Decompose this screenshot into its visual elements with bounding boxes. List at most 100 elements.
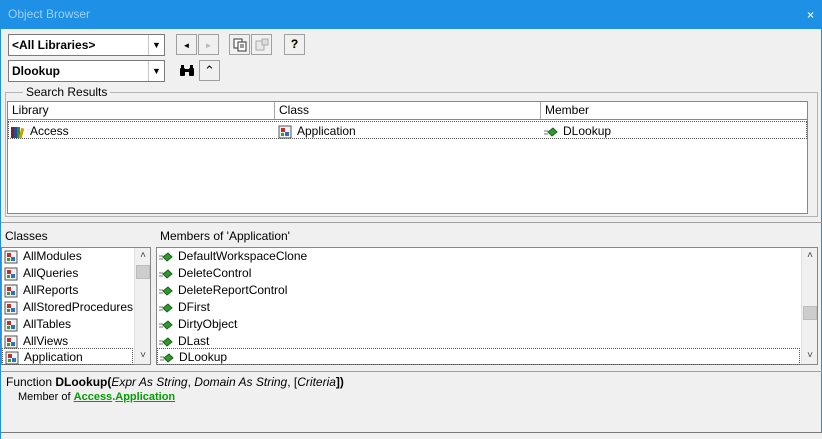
close-button[interactable]: × bbox=[807, 8, 814, 22]
member-name: DeleteControl bbox=[178, 266, 252, 280]
list-item-selected[interactable]: DLookup bbox=[157, 348, 800, 365]
class-name: AllQueries bbox=[23, 266, 79, 280]
library-combo[interactable]: <All Libraries> ▼ bbox=[8, 34, 165, 56]
list-item[interactable]: AllStoredProcedures bbox=[2, 299, 133, 316]
search-results-list[interactable]: Library Class Member Access Application … bbox=[7, 101, 808, 214]
method-green-icon bbox=[544, 127, 558, 137]
scroll-down-icon[interactable]: ˅ bbox=[802, 348, 818, 364]
class-module-icon bbox=[4, 335, 18, 349]
signature-arg: Domain As String bbox=[194, 375, 288, 389]
class-name: AllStoredProcedures bbox=[23, 300, 134, 314]
member-name: DLookup bbox=[179, 350, 228, 364]
list-item[interactable]: DeleteControl bbox=[157, 265, 251, 282]
class-module-icon bbox=[278, 125, 292, 139]
method-green-icon bbox=[159, 320, 173, 330]
signature-prefix: Function bbox=[6, 375, 56, 389]
view-definition-icon bbox=[255, 38, 268, 51]
search-button[interactable] bbox=[176, 60, 197, 81]
signature-arg: Expr As String bbox=[111, 375, 188, 389]
column-header-library[interactable]: Library bbox=[8, 102, 275, 119]
scroll-thumb[interactable] bbox=[803, 306, 817, 320]
forward-button[interactable]: ► bbox=[198, 34, 219, 55]
column-header-class[interactable]: Class bbox=[275, 102, 541, 119]
scroll-thumb[interactable] bbox=[136, 265, 150, 279]
search-result-row[interactable]: Access Application DLookup bbox=[8, 121, 807, 139]
scroll-down-icon[interactable]: ˅ bbox=[135, 348, 151, 364]
list-item[interactable]: DFirst bbox=[157, 299, 210, 316]
signature-name: DLookup bbox=[55, 375, 108, 389]
search-results-label: Search Results bbox=[23, 85, 111, 99]
chevron-down-icon[interactable]: ▼ bbox=[148, 61, 164, 81]
member-name: DirtyObject bbox=[178, 317, 238, 331]
list-item[interactable]: AllModules bbox=[2, 248, 82, 265]
collapse-results-button[interactable]: ⌃ bbox=[199, 60, 220, 81]
chevron-down-icon[interactable]: ▼ bbox=[148, 35, 164, 55]
signature-arg: Criteria bbox=[297, 375, 336, 389]
result-member-text: DLookup bbox=[563, 124, 612, 138]
members-label: Members of 'Application' bbox=[160, 229, 290, 243]
result-library-cell: Access bbox=[11, 123, 69, 139]
binoculars-icon bbox=[179, 65, 194, 76]
class-name: AllViews bbox=[23, 334, 69, 348]
member-name: DeleteReportControl bbox=[178, 283, 288, 297]
help-button[interactable]: ? bbox=[284, 34, 305, 55]
class-name: AllTables bbox=[23, 317, 72, 331]
class-link[interactable]: Application bbox=[115, 391, 175, 403]
member-name: DLast bbox=[178, 334, 210, 348]
member-name: DefaultWorkspaceClone bbox=[178, 249, 308, 263]
search-combo-value: Dlookup bbox=[12, 64, 60, 78]
forward-arrow-icon: ► bbox=[204, 41, 213, 50]
column-header-member[interactable]: Member bbox=[541, 102, 807, 119]
signature-close: ]) bbox=[335, 375, 344, 389]
object-browser-body: <All Libraries> ▼ ◄ ► ? Dlookup ▼ ⌃ Sear… bbox=[0, 29, 822, 439]
member-name: DFirst bbox=[178, 300, 210, 314]
library-link[interactable]: Access bbox=[74, 391, 113, 403]
member-of-line: Member of Access.Application bbox=[18, 391, 175, 403]
list-item[interactable]: AllQueries bbox=[2, 265, 78, 282]
status-strip bbox=[1, 432, 822, 439]
class-module-icon bbox=[4, 250, 18, 264]
result-member-cell: DLookup bbox=[544, 123, 611, 139]
search-combo[interactable]: Dlookup ▼ bbox=[8, 60, 165, 82]
method-green-icon bbox=[159, 286, 173, 296]
class-module-icon bbox=[5, 351, 19, 365]
result-class-cell: Application bbox=[278, 123, 356, 139]
class-module-icon bbox=[4, 284, 18, 298]
method-green-icon bbox=[159, 337, 173, 347]
class-module-icon bbox=[4, 301, 18, 315]
member-of-prefix: Member of bbox=[18, 391, 74, 403]
list-item[interactable]: DeleteReportControl bbox=[157, 282, 287, 299]
class-name: Application bbox=[24, 350, 83, 364]
list-item[interactable]: AllReports bbox=[2, 282, 78, 299]
help-icon: ? bbox=[290, 37, 299, 51]
method-green-icon bbox=[159, 269, 173, 279]
details-pane: Function DLookup(Expr As String, Domain … bbox=[1, 371, 822, 425]
member-signature: Function DLookup(Expr As String, Domain … bbox=[6, 375, 344, 389]
copy-icon bbox=[233, 38, 246, 52]
scroll-up-icon[interactable]: ˄ bbox=[135, 248, 151, 264]
result-class-text: Application bbox=[297, 124, 356, 138]
method-green-icon bbox=[159, 303, 173, 313]
classes-scrollbar[interactable]: ˄ ˅ bbox=[134, 248, 150, 364]
class-name: AllModules bbox=[23, 249, 82, 263]
method-green-icon bbox=[160, 353, 174, 363]
list-item[interactable]: DefaultWorkspaceClone bbox=[157, 248, 307, 265]
scroll-up-icon[interactable]: ˄ bbox=[802, 248, 818, 264]
splitter[interactable] bbox=[1, 222, 822, 225]
back-button[interactable]: ◄ bbox=[176, 34, 197, 55]
search-results-header: Library Class Member bbox=[8, 102, 807, 120]
list-item[interactable]: AllTables bbox=[2, 316, 71, 333]
title-bar: Object Browser × bbox=[0, 0, 822, 29]
members-scrollbar[interactable]: ˄ ˅ bbox=[801, 248, 817, 364]
classes-list[interactable]: AllModules AllQueries AllReports AllStor… bbox=[1, 247, 151, 365]
list-item[interactable]: DirtyObject bbox=[157, 316, 237, 333]
list-item-selected[interactable]: Application bbox=[2, 348, 133, 365]
class-module-icon bbox=[4, 318, 18, 332]
result-library-text: Access bbox=[30, 124, 69, 138]
signature-sep: , [ bbox=[287, 375, 298, 389]
collapse-chevron-icon: ⌃ bbox=[204, 63, 215, 78]
members-list[interactable]: DefaultWorkspaceClone DeleteControl Dele… bbox=[156, 247, 818, 365]
method-green-icon bbox=[159, 252, 173, 262]
view-definition-button[interactable] bbox=[251, 34, 272, 55]
copy-button[interactable] bbox=[229, 34, 250, 55]
